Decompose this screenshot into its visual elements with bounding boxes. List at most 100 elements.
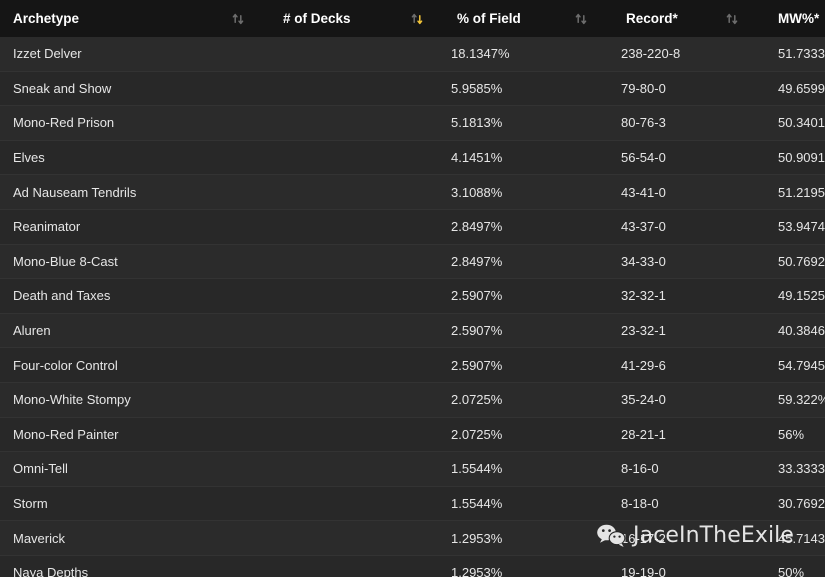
cell-record: 238-220-8 — [621, 46, 681, 62]
cell-deck-count: 11 — [252, 209, 432, 244]
cell-match-win-percent: 33.3333% — [778, 461, 825, 477]
cell-deck-count: 10 — [252, 313, 432, 348]
cell-archetype: Mono-Red Painter — [13, 426, 119, 442]
cell-field-percent: 1.2953% — [451, 530, 503, 546]
cell-field-percent: 2.8497% — [451, 253, 503, 269]
cell-archetype: Ad Nauseam Tendrils — [13, 184, 137, 200]
cell-record: 43-37-0 — [621, 219, 666, 235]
cell-match-win-percent: 30.7692% — [778, 496, 825, 512]
cell-record: 32-32-1 — [621, 288, 666, 304]
cell-deck-count: 20 — [252, 106, 432, 141]
cell-archetype: Omni-Tell — [13, 461, 68, 477]
cell-record: 41-29-6 — [621, 357, 666, 373]
cell-deck-count: 23 — [252, 71, 432, 106]
cell-record: 8-16-0 — [621, 461, 659, 477]
cell-record: 43-41-0 — [621, 184, 666, 200]
cell-record: 23-32-1 — [621, 323, 666, 339]
cell-deck-count: 12 — [252, 175, 432, 210]
cell-archetype: Mono-Blue 8-Cast — [13, 253, 118, 269]
column-header-match-win-percent-label: MW%* — [778, 11, 820, 26]
cell-field-percent: 1.5544% — [451, 496, 503, 512]
cell-match-win-percent: 45.7143% — [778, 530, 825, 546]
cell-field-percent: 2.5907% — [451, 288, 503, 304]
table-row[interactable]: Naya Depths 5 1.2953% 19-19-0 50% — [0, 555, 825, 577]
cell-match-win-percent: 51.2195% — [778, 184, 825, 200]
cell-deck-count: 10 — [252, 279, 432, 314]
cell-record: 35-24-0 — [621, 392, 666, 408]
cell-field-percent: 1.2953% — [451, 565, 503, 577]
cell-archetype: Mono-White Stompy — [13, 392, 131, 408]
cell-record: 34-33-0 — [621, 253, 666, 269]
cell-record: 16-17-2 — [621, 530, 666, 546]
cell-field-percent: 2.0725% — [451, 426, 503, 442]
cell-field-percent: 2.5907% — [451, 323, 503, 339]
cell-archetype: Naya Depths — [13, 565, 89, 577]
cell-record: 28-21-1 — [621, 426, 666, 442]
table-row[interactable]: Maverick 5 1.2953% 16-17-2 45.7143% — [0, 520, 825, 556]
cell-match-win-percent: 50.9091% — [778, 150, 825, 166]
cell-deck-count: 16 — [252, 140, 432, 175]
cell-deck-count: 6 — [252, 452, 432, 487]
column-header-record[interactable]: Record* — [598, 0, 748, 37]
cell-field-percent: 2.0725% — [451, 392, 503, 408]
column-header-field-percent[interactable]: % of Field — [432, 0, 598, 37]
table-body: Izzet Delver 70 18.1347% 238-220-8 51.7333% S… — [0, 37, 825, 577]
sort-toggle-field-percent-icon[interactable] — [574, 12, 588, 26]
table-row[interactable]: Mono-White Stompy 8 2.0725% 35-24-0 59.322% — [0, 382, 825, 418]
cell-match-win-percent: 50.7692% — [778, 253, 825, 269]
column-header-deck-count[interactable]: # of Decks — [252, 0, 432, 37]
cell-match-win-percent: 51.7333% — [778, 46, 825, 62]
cell-archetype: Mono-Red Prison — [13, 115, 115, 131]
cell-record: 79-80-0 — [621, 80, 666, 96]
table-row[interactable]: Sneak and Show 23 5.9585% 79-80-0 49.6599% — [0, 71, 825, 106]
table-row[interactable]: Four-color Control 10 2.5907% 41-29-6 54.794… — [0, 347, 825, 383]
cell-deck-count: 5 — [252, 521, 432, 556]
sort-toggle-deck-count-icon[interactable] — [410, 12, 424, 26]
table-row[interactable]: Aluren 10 2.5907% 23-32-1 40.3846% — [0, 313, 825, 348]
cell-match-win-percent: 53.9474% — [778, 219, 825, 235]
table-row[interactable]: Reanimator 11 2.8497% 43-37-0 53.9474% — [0, 209, 825, 245]
table-row[interactable]: Mono-Red Prison 20 5.1813% 80-76-3 50.3401% — [0, 105, 825, 141]
cell-deck-count: 8 — [252, 417, 432, 452]
cell-record: 80-76-3 — [621, 115, 666, 131]
cell-field-percent: 2.5907% — [451, 357, 503, 373]
cell-field-percent: 4.1451% — [451, 150, 503, 166]
column-header-match-win-percent[interactable]: MW%* — [748, 0, 825, 37]
column-header-archetype-label: Archetype — [13, 11, 80, 26]
table-row[interactable]: Izzet Delver 70 18.1347% 238-220-8 51.7333% — [0, 37, 825, 72]
cell-deck-count: 8 — [252, 382, 432, 417]
cell-field-percent: 1.5544% — [451, 461, 503, 477]
cell-archetype: Four-color Control — [13, 357, 118, 373]
table-row[interactable]: Death and Taxes 10 2.5907% 32-32-1 49.1525% — [0, 278, 825, 314]
cell-match-win-percent: 50.3401% — [778, 115, 825, 131]
cell-deck-count: 5 — [252, 555, 432, 577]
table-row[interactable]: Storm 6 1.5544% 8-18-0 30.7692% — [0, 486, 825, 521]
sort-toggle-record-icon[interactable] — [725, 12, 739, 26]
table-row[interactable]: Mono-Red Painter 8 2.0725% 28-21-1 56% — [0, 417, 825, 452]
cell-archetype: Izzet Delver — [13, 46, 82, 62]
sort-toggle-archetype-icon[interactable] — [231, 12, 245, 26]
cell-record: 19-19-0 — [621, 565, 666, 577]
cell-field-percent: 18.1347% — [451, 46, 510, 62]
cell-archetype: Death and Taxes — [13, 288, 111, 304]
cell-archetype: Reanimator — [13, 219, 81, 235]
column-header-record-label: Record* — [626, 11, 678, 26]
cell-match-win-percent: 49.1525% — [778, 288, 825, 304]
cell-archetype: Elves — [13, 150, 45, 166]
column-header-archetype[interactable]: Archetype — [0, 0, 252, 37]
archetype-table: Archetype # of Decks % of Field Record* … — [0, 0, 825, 577]
table-row[interactable]: Omni-Tell 6 1.5544% 8-16-0 33.3333% — [0, 451, 825, 487]
column-header-deck-count-label: # of Decks — [283, 11, 351, 26]
cell-archetype: Maverick — [13, 530, 66, 546]
cell-match-win-percent: 40.3846% — [778, 323, 825, 339]
table-header: Archetype # of Decks % of Field Record* … — [0, 0, 825, 37]
cell-field-percent: 3.1088% — [451, 184, 503, 200]
cell-field-percent: 5.1813% — [451, 115, 503, 131]
cell-deck-count: 70 — [252, 37, 432, 71]
table-row[interactable]: Mono-Blue 8-Cast 11 2.8497% 34-33-0 50.7692% — [0, 244, 825, 279]
table-row[interactable]: Ad Nauseam Tendrils 12 3.1088% 43-41-0 51.21… — [0, 174, 825, 210]
cell-record: 56-54-0 — [621, 150, 666, 166]
cell-record: 8-18-0 — [621, 496, 659, 512]
table-row[interactable]: Elves 16 4.1451% 56-54-0 50.9091% — [0, 140, 825, 175]
cell-match-win-percent: 49.6599% — [778, 80, 825, 96]
